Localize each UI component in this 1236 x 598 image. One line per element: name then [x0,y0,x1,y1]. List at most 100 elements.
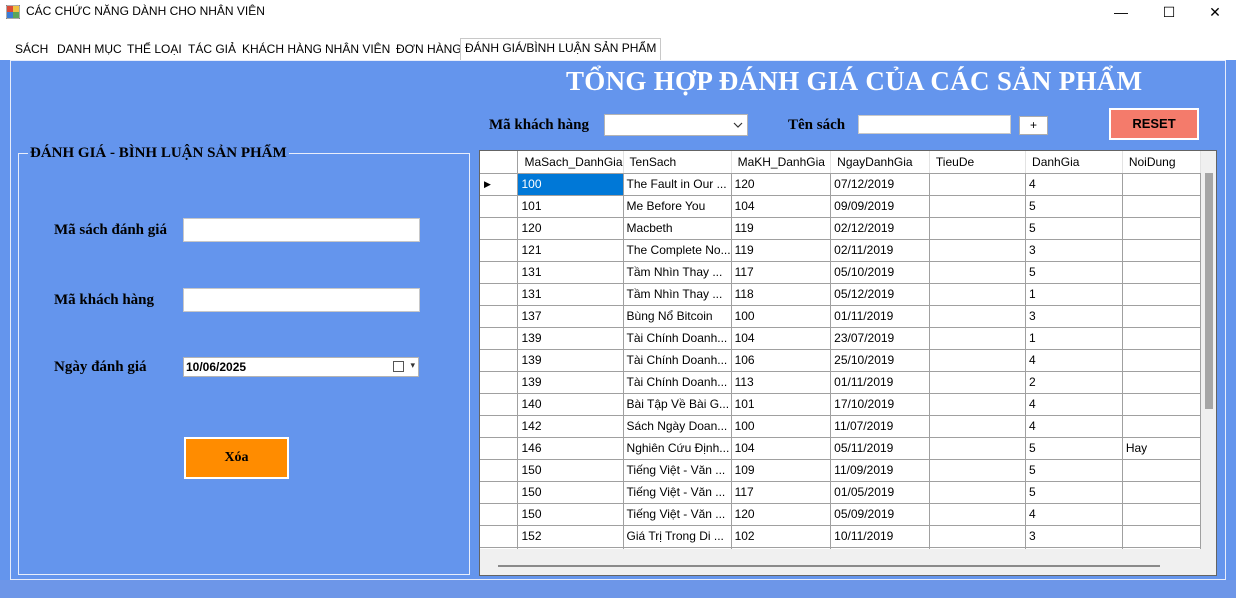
table-cell[interactable] [1122,195,1201,218]
column-header-masach[interactable]: MaSach_DanhGia [517,151,624,174]
table-cell[interactable]: 5 [1025,481,1123,504]
column-header-ngaydanhgia[interactable]: NgayDanhGia [830,151,930,174]
tab-sach[interactable]: SÁCH [11,40,53,60]
row-header[interactable] [480,239,519,262]
row-header[interactable] [480,459,519,482]
table-cell[interactable] [929,327,1027,350]
table-cell[interactable]: 3 [1025,239,1123,262]
review-date-picker[interactable]: 10/06/2025 ▾ [183,357,419,377]
table-row[interactable]: 131 Tầm Nhìn Thay ... 117 05/10/2019 5 [480,261,1201,284]
row-header[interactable] [480,283,519,306]
table-cell[interactable]: 120 [731,503,832,526]
table-cell[interactable]: 100 [517,173,624,196]
tab-danh-gia-binh-luan[interactable]: ĐÁNH GIÁ/BÌNH LUẬN SẢN PHẨM [460,38,662,60]
table-cell[interactable]: 113 [731,371,832,394]
table-cell[interactable]: 4 [1025,415,1123,438]
table-cell[interactable]: 05/11/2019 [830,437,930,460]
table-cell[interactable]: 3 [1025,525,1123,548]
table-cell[interactable]: 17/10/2019 [830,393,930,416]
table-cell[interactable] [929,481,1027,504]
tab-tac-gia[interactable]: TÁC GIẢ [184,40,241,60]
table-cell[interactable]: 131 [517,261,624,284]
row-header[interactable] [480,327,519,350]
customer-combo[interactable] [604,114,748,136]
table-cell[interactable]: 01/11/2019 [830,305,930,328]
row-header[interactable] [480,371,519,394]
table-cell[interactable] [1122,503,1201,526]
table-cell[interactable] [1122,481,1201,504]
table-cell[interactable] [929,415,1027,438]
table-cell[interactable]: 119 [731,239,832,262]
table-cell[interactable]: Giá Trị Trong Di ... [623,525,732,548]
close-button[interactable]: ✕ [1192,0,1236,24]
table-cell[interactable]: Bài Tập Về Bài G... [623,393,732,416]
table-row[interactable]: 101 Me Before You 104 09/09/2019 5 [480,195,1201,218]
table-cell[interactable]: 139 [517,327,624,350]
table-cell[interactable]: Hay [1122,437,1201,460]
table-cell[interactable] [929,195,1027,218]
table-cell[interactable]: 117 [731,481,832,504]
table-cell[interactable]: 102 [731,525,832,548]
table-cell[interactable]: 140 [517,393,624,416]
row-header[interactable] [480,415,519,438]
table-cell[interactable]: 05/10/2019 [830,261,930,284]
table-cell[interactable]: The Fault in Our ... [623,173,732,196]
minimize-button[interactable]: — [1098,0,1144,24]
column-header-danhgia[interactable]: DanhGia [1025,151,1123,174]
tab-danh-muc[interactable]: DANH MỤC [53,40,126,60]
table-cell[interactable] [929,371,1027,394]
table-cell[interactable] [1122,393,1201,416]
table-cell[interactable]: Tài Chính Doanh... [623,349,732,372]
row-header[interactable] [480,393,519,416]
table-cell[interactable]: 09/09/2019 [830,195,930,218]
table-cell[interactable]: Nghiên Cứu Định... [623,437,732,460]
vertical-scroll-thumb[interactable] [1205,173,1213,409]
table-cell[interactable]: Bùng Nổ Bitcoin [623,305,732,328]
add-button[interactable]: + [1019,116,1048,135]
table-cell[interactable]: Me Before You [623,195,732,218]
column-header-tieude[interactable]: TieuDe [929,151,1027,174]
table-cell[interactable] [929,525,1027,548]
table-row[interactable]: 140 Bài Tập Về Bài G... 101 17/10/2019 4 [480,393,1201,416]
table-row[interactable]: 150 Tiếng Việt - Văn ... 117 01/05/2019 5 [480,481,1201,504]
customer-id-input[interactable] [183,288,420,312]
table-row[interactable]: 152 Giá Trị Trong Di ... 102 10/11/2019 3 [480,525,1201,548]
table-cell[interactable] [1122,327,1201,350]
table-cell[interactable] [929,261,1027,284]
table-cell[interactable] [929,283,1027,306]
table-cell[interactable]: 150 [517,481,624,504]
table-cell[interactable]: The Complete No... [623,239,732,262]
table-cell[interactable] [929,393,1027,416]
delete-button[interactable]: Xóa [184,437,289,479]
row-header[interactable] [480,525,519,548]
table-cell[interactable] [929,217,1027,240]
table-cell[interactable]: 109 [731,459,832,482]
table-cell[interactable]: 5 [1025,437,1123,460]
table-cell[interactable]: 104 [731,195,832,218]
table-cell[interactable]: 120 [731,173,832,196]
table-cell[interactable]: 10/11/2019 [830,525,930,548]
table-cell[interactable]: Macbeth [623,217,732,240]
table-cell[interactable] [1122,371,1201,394]
table-cell[interactable]: 100 [731,305,832,328]
table-cell[interactable]: 100 [731,415,832,438]
maximize-button[interactable]: ☐ [1146,0,1192,24]
table-cell[interactable]: 137 [517,305,624,328]
table-row[interactable]: 150 Tiếng Việt - Văn ... 120 05/09/2019 4 [480,503,1201,526]
tab-khach-hang[interactable]: KHÁCH HÀNG [238,40,327,60]
tab-nhan-vien[interactable]: NHÂN VIÊN [321,40,395,60]
row-header[interactable] [480,305,519,328]
table-cell[interactable]: 139 [517,349,624,372]
table-row[interactable]: 131 Tầm Nhìn Thay ... 118 05/12/2019 1 [480,283,1201,306]
table-row[interactable]: 139 Tài Chính Doanh... 104 23/07/2019 1 [480,327,1201,350]
table-cell[interactable]: 104 [731,437,832,460]
column-header-tensach[interactable]: TenSach [623,151,732,174]
horizontal-scrollbar[interactable] [480,549,1201,575]
table-cell[interactable]: 25/10/2019 [830,349,930,372]
table-cell[interactable]: 150 [517,459,624,482]
column-header-noidung[interactable]: NoiDung [1122,151,1201,174]
table-cell[interactable]: Tầm Nhìn Thay ... [623,283,732,306]
reviews-grid[interactable]: MaSach_DanhGia TenSach MaKH_DanhGia Ngay… [479,150,1217,576]
row-header[interactable] [480,195,519,218]
table-cell[interactable]: 5 [1025,459,1123,482]
